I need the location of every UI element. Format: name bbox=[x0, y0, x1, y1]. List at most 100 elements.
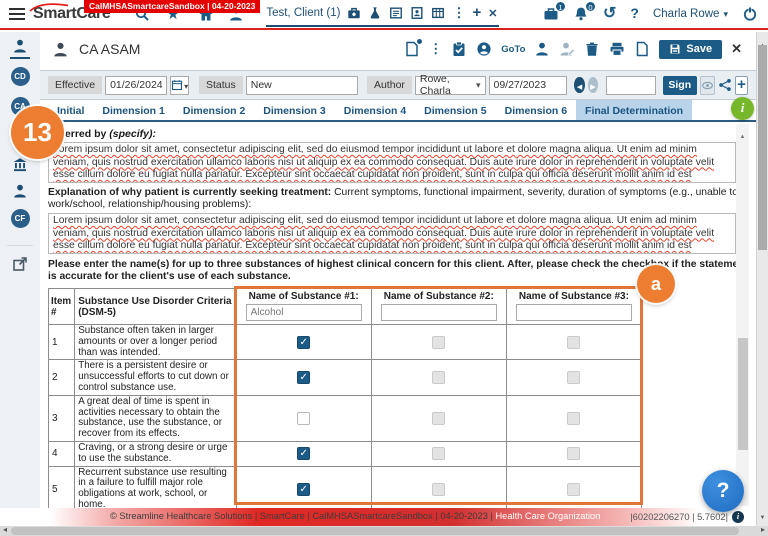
client-name[interactable]: Test, Client (1) bbox=[266, 7, 340, 19]
table-row: 5 Recurrent substance use resulting in a… bbox=[47, 465, 643, 508]
tab-dimension-3[interactable]: Dimension 3 bbox=[254, 100, 334, 120]
scroll-down-icon[interactable] bbox=[757, 506, 768, 524]
alerts-count-badge: 0 bbox=[585, 1, 597, 12]
item-header: Item # bbox=[47, 288, 76, 325]
effective-date-input[interactable] bbox=[105, 75, 168, 95]
history-icon[interactable] bbox=[603, 5, 616, 23]
seeking-treatment-label: Explanation of why patient is currently … bbox=[48, 187, 738, 210]
close-client-tab-icon[interactable] bbox=[488, 4, 497, 22]
criteria-header: Substance Use Disorder Criteria (DSM-5) bbox=[74, 288, 237, 325]
share-icon[interactable] bbox=[718, 76, 732, 94]
criteria-checkbox[interactable] bbox=[297, 371, 311, 385]
criteria-checkbox[interactable] bbox=[297, 335, 311, 349]
window-scrollbar[interactable] bbox=[756, 32, 768, 526]
new-document-badge bbox=[416, 38, 424, 45]
tab-dimension-2[interactable]: Dimension 2 bbox=[174, 100, 254, 120]
substance-1-input[interactable] bbox=[245, 304, 362, 321]
criteria-checkbox bbox=[567, 371, 581, 385]
password-to-sign-input[interactable] bbox=[606, 75, 656, 95]
sidebar-client-person-icon[interactable] bbox=[12, 38, 28, 54]
scroll-up-icon[interactable] bbox=[736, 125, 749, 143]
client-id-badge-icon[interactable] bbox=[410, 6, 424, 20]
logout-power-icon[interactable] bbox=[742, 6, 758, 22]
goto-button[interactable]: GoTo bbox=[501, 44, 525, 55]
chevron-down-icon bbox=[476, 79, 481, 91]
user-menu[interactable]: Charla Rowe bbox=[653, 8, 728, 20]
substance-2-input[interactable] bbox=[380, 304, 497, 321]
sign-button[interactable]: Sign bbox=[663, 75, 697, 95]
save-button[interactable]: Save bbox=[659, 39, 723, 59]
table-row: 1 Substance often taken in larger amount… bbox=[47, 323, 643, 361]
dsm-criteria-table: Item # Substance Use Disorder Criteria (… bbox=[47, 288, 643, 508]
next-document-button[interactable] bbox=[587, 77, 599, 93]
horizontal-scrollbar[interactable] bbox=[0, 526, 768, 536]
inbox-briefcase-icon[interactable]: 1 bbox=[543, 1, 567, 22]
inbox-count-badge: 1 bbox=[555, 1, 567, 12]
scroll-right-icon[interactable] bbox=[761, 525, 765, 534]
tab-dimension-6[interactable]: Dimension 6 bbox=[496, 100, 576, 120]
tab-final-determination[interactable]: Final Determination bbox=[576, 100, 693, 120]
help-icon[interactable] bbox=[630, 5, 639, 23]
calendar-icon[interactable] bbox=[170, 75, 190, 95]
open-new-client-icon[interactable] bbox=[472, 4, 481, 22]
tab-dimension-1[interactable]: Dimension 1 bbox=[93, 100, 173, 120]
footer-info-icon[interactable]: i bbox=[732, 511, 744, 523]
signed-date-input[interactable] bbox=[488, 75, 567, 95]
sidebar-bank-icon[interactable] bbox=[12, 157, 28, 173]
documents-list-icon[interactable] bbox=[389, 6, 403, 20]
lab-flask-icon[interactable] bbox=[368, 6, 382, 20]
assign-person-icon[interactable] bbox=[534, 41, 550, 57]
notifications-bell-icon[interactable]: 0 bbox=[573, 1, 597, 22]
substance-3-input[interactable] bbox=[515, 304, 632, 321]
preview-eye-icon bbox=[699, 75, 716, 95]
horizontal-scrollbar-thumb[interactable] bbox=[11, 527, 739, 535]
client-profile-icon[interactable] bbox=[476, 41, 492, 57]
client-case-icon[interactable] bbox=[347, 6, 361, 20]
prev-document-button[interactable] bbox=[574, 77, 585, 93]
criteria-checkbox[interactable] bbox=[297, 447, 311, 461]
criteria-checkbox bbox=[432, 411, 446, 425]
seeking-treatment-textarea[interactable]: Lorem ipsum dolor sit amet, consectetur … bbox=[48, 213, 736, 254]
sidebar-person-icon[interactable] bbox=[12, 183, 28, 199]
substance-2-header: Name of Substance #2: bbox=[370, 288, 507, 325]
author-select[interactable]: Rowe, Charla bbox=[414, 73, 486, 97]
new-document-icon[interactable] bbox=[404, 38, 424, 57]
table-row: 4 Craving, or a strong desire or urge to… bbox=[47, 440, 643, 467]
client-tab[interactable]: Test, Client (1) bbox=[266, 1, 500, 27]
table-row: 3 A great deal of time is spent in activ… bbox=[47, 394, 643, 442]
criteria-text: There is a persistent desire or unsucces… bbox=[74, 359, 237, 396]
close-document-icon[interactable] bbox=[731, 40, 742, 58]
external-link-icon[interactable] bbox=[12, 256, 28, 272]
grid-view-icon[interactable] bbox=[431, 6, 445, 20]
scroll-left-icon[interactable] bbox=[3, 525, 7, 534]
window-scrollbar-thumb[interactable] bbox=[758, 45, 767, 250]
sidebar-item-cf[interactable]: CF bbox=[10, 209, 30, 228]
item-number: 3 bbox=[47, 394, 76, 442]
referred-by-textarea[interactable]: Lorem ipsum dolor sit amet, consectetur … bbox=[48, 142, 736, 183]
left-sidebar: CD CA C CF bbox=[0, 32, 40, 508]
toolbar-more-icon[interactable] bbox=[429, 40, 442, 58]
document-info-bar: Effective Status Author Rowe, Charla Sig… bbox=[40, 70, 756, 100]
tab-dimension-4[interactable]: Dimension 4 bbox=[335, 100, 415, 120]
criteria-checkbox bbox=[432, 371, 446, 385]
criteria-checkbox[interactable] bbox=[297, 411, 311, 425]
tab-dimension-5[interactable]: Dimension 5 bbox=[415, 100, 495, 120]
export-document-icon[interactable] bbox=[634, 41, 650, 57]
clipboard-check-icon[interactable] bbox=[451, 41, 467, 57]
content-scrollbar[interactable] bbox=[736, 124, 749, 506]
delete-trash-icon[interactable] bbox=[584, 41, 600, 57]
criteria-checkbox[interactable] bbox=[297, 482, 311, 496]
form-info-icon[interactable]: i bbox=[731, 97, 754, 120]
client-more-icon[interactable] bbox=[452, 4, 465, 22]
content-scrollbar-thumb[interactable] bbox=[737, 338, 748, 450]
print-icon[interactable] bbox=[609, 41, 625, 57]
environment-badge: CalMHSASmartcareSandbox | 04-20-2023 bbox=[84, 0, 261, 13]
status-value bbox=[245, 75, 358, 95]
criteria-checkbox bbox=[432, 335, 446, 349]
criteria-checkbox bbox=[432, 482, 446, 496]
menu-icon[interactable] bbox=[9, 8, 25, 20]
add-new-button[interactable]: + bbox=[735, 75, 748, 95]
help-bubble-button[interactable]: ? bbox=[702, 470, 744, 512]
sidebar-item-cd[interactable]: CD bbox=[10, 67, 30, 86]
footer-build-numbers: |60202206270 | 5.7602| bbox=[630, 512, 728, 522]
